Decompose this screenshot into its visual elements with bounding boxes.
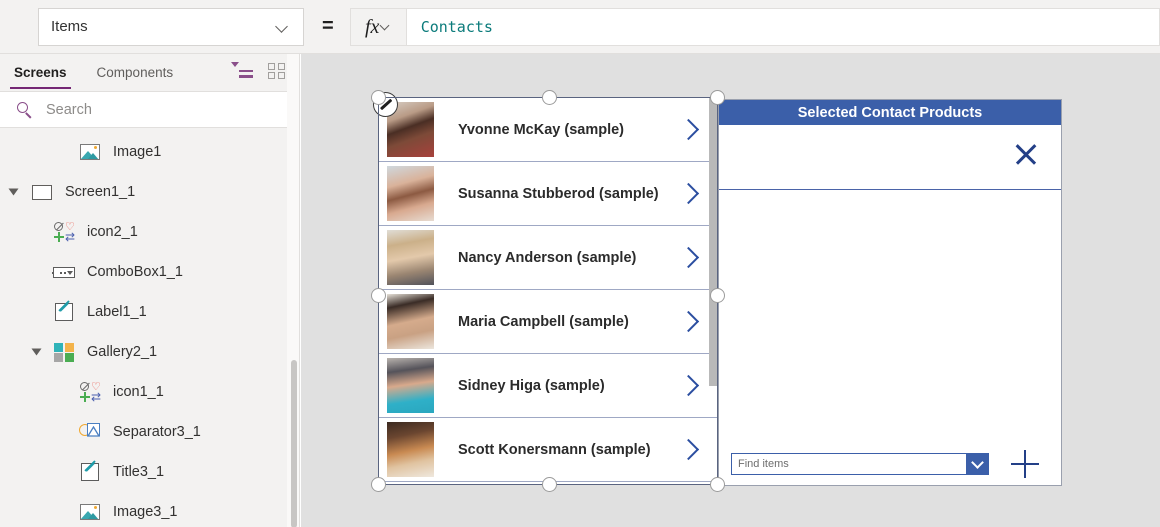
tab-screens-label: Screens [14,65,67,80]
panel-title: Selected Contact Products [797,104,983,121]
chevron-right-icon[interactable] [681,374,693,396]
tree-item-icon1-1[interactable]: ♡ ⇄ icon1_1 [0,372,299,412]
tree-item-label: icon1_1 [113,384,164,400]
chevron-down-icon [277,21,289,33]
search-box[interactable]: Search [0,91,299,128]
find-items-placeholder: Find items [738,458,789,470]
tree-item-label: Image3_1 [113,504,178,520]
tree-item-label: Image1 [113,144,162,160]
formula-bar: Items = fx Contacts [0,0,1160,54]
separator-control-icon [78,420,102,444]
chevron-right-icon[interactable] [681,310,693,332]
gallery-row[interactable]: Sidney Higa (sample) [379,354,717,418]
tab-screens[interactable]: Screens [10,54,71,91]
close-x-icon[interactable] [1013,141,1039,167]
tree-item-label: ComboBox1_1 [87,264,183,280]
avatar [387,294,434,349]
label-control-icon [78,460,102,484]
avatar [387,358,434,413]
tab-components-label: Components [96,65,174,80]
image-control-icon [78,500,102,524]
tree-item-label: Gallery2_1 [87,344,158,360]
find-items-combobox[interactable]: Find items [731,453,989,475]
tree-item-gallery2-1[interactable]: Gallery2_1 [0,332,299,372]
expand-twisty-icon[interactable] [8,188,19,196]
tree-item-label: icon2_1 [87,224,138,240]
selected-contact-products-panel: Selected Contact Products Find items [718,99,1062,486]
search-placeholder: Search [46,101,92,118]
tree-item-combobox1-1[interactable]: ComboBox1_1 [0,252,299,292]
avatar [387,166,434,221]
property-dropdown-value: Items [51,18,88,35]
icon-control-icon: ♡ ⇄ [52,220,76,244]
contact-name: Maria Campbell (sample) [458,313,629,330]
label-control-icon [52,300,76,324]
icon-control-icon: ♡ ⇄ [78,380,102,404]
tree-item-label: Separator3_1 [113,424,201,440]
panel-body [719,190,1061,430]
gallery-row[interactable]: Yvonne McKay (sample) [373,92,717,162]
chevron-down-icon [381,22,391,32]
screen-icon [30,180,54,204]
control-tree: Image1 Screen1_1 ♡ ⇄ icon2_1 ComboBox1_1… [0,128,299,527]
plus-icon[interactable] [1010,449,1040,479]
gallery-scrollbar-thumb[interactable] [709,98,717,386]
tree-item-title3-1[interactable]: Title3_1 [0,452,299,492]
contacts-gallery[interactable]: Yvonne McKay (sample) Susanna Stubberod … [373,92,718,485]
panel-tabs: Screens Components [0,54,299,91]
gallery-row[interactable]: Nancy Anderson (sample) [379,226,717,290]
chevron-right-icon[interactable] [681,246,693,268]
panel-subheader [719,125,1061,190]
panel-footer: Find items [719,449,1061,479]
contact-name: Sidney Higa (sample) [458,377,605,394]
gallery-control-icon [52,340,76,364]
fx-button[interactable]: fx [349,7,406,46]
left-tree-panel: Screens Components Search Image1 Screen1… [0,54,300,527]
chevron-right-icon[interactable] [681,438,693,460]
formula-text: Contacts [420,17,493,36]
chevron-right-icon[interactable] [681,182,693,204]
app-canvas: Selected Contact Products Find items Yvo… [301,54,1160,527]
formula-input[interactable]: Contacts [405,7,1160,46]
triangle-glyph [87,426,100,437]
combobox-control-icon [52,260,76,284]
search-icon [16,101,34,119]
gallery-row[interactable]: Scott Konersmann (sample) [379,418,717,482]
view-toggle-group [231,62,287,80]
tree-item-image3-1[interactable]: Image3_1 [0,492,299,527]
edit-pencil-icon[interactable] [373,92,398,117]
image-control-icon [78,140,102,164]
expand-twisty-icon[interactable] [31,348,42,356]
property-dropdown[interactable]: Items [38,7,304,46]
contact-name: Nancy Anderson (sample) [458,249,637,266]
tree-item-separator3-1[interactable]: Separator3_1 [0,412,299,452]
chevron-down-icon[interactable] [966,454,988,474]
tree-item-image1[interactable]: Image1 [0,132,299,172]
tree-item-icon2-1[interactable]: ♡ ⇄ icon2_1 [0,212,299,252]
grid-view-icon[interactable] [267,62,287,80]
tab-components[interactable]: Components [93,54,178,91]
contact-name: Yvonne McKay (sample) [458,121,624,138]
powerapps-studio: Items = fx Contacts Screens Components S… [0,0,1160,527]
fx-icon: fx [364,15,380,38]
panel-header: Selected Contact Products [719,100,1061,125]
tree-scrollbar-thumb[interactable] [291,360,297,527]
tree-item-screen1-1[interactable]: Screen1_1 [0,172,299,212]
chevron-right-icon[interactable] [681,118,693,140]
tree-item-label: Label1_1 [87,304,147,320]
equals-sign: = [322,15,334,37]
tree-view-icon[interactable] [231,62,253,80]
avatar [387,230,434,285]
tree-item-label: Title3_1 [113,464,165,480]
gallery-row[interactable]: Maria Campbell (sample) [379,290,717,354]
tree-item-label1-1[interactable]: Label1_1 [0,292,299,332]
avatar [387,422,434,477]
contact-name: Scott Konersmann (sample) [458,441,651,458]
contact-name: Susanna Stubberod (sample) [458,185,659,202]
gallery-row[interactable]: Susanna Stubberod (sample) [379,162,717,226]
tree-item-label: Screen1_1 [65,184,136,200]
